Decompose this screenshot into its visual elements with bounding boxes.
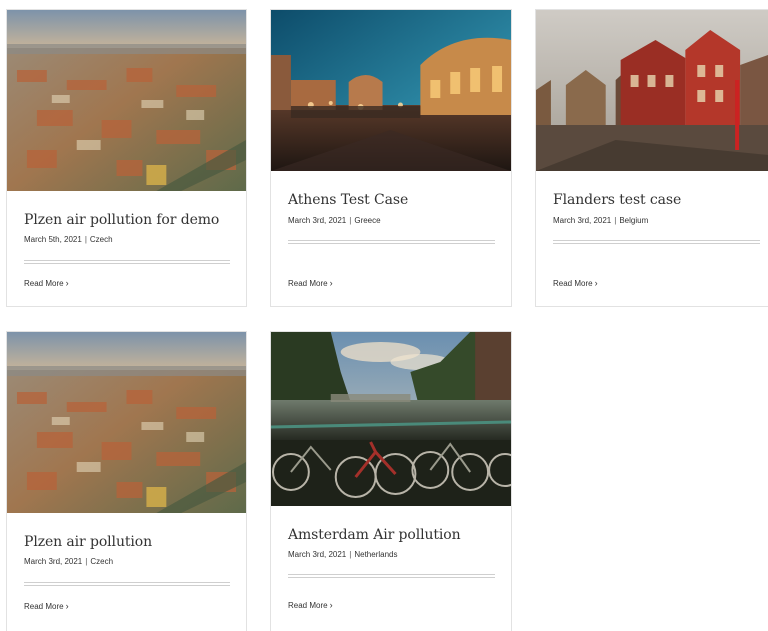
- read-more-link[interactable]: Read More ›: [24, 601, 69, 611]
- post-category-link[interactable]: Czech: [90, 557, 113, 566]
- post-meta: March 5th, 2021 | Czech: [24, 234, 230, 245]
- post-date: March 5th, 2021: [24, 235, 82, 244]
- read-more-link[interactable]: Read More ›: [288, 278, 333, 288]
- post-meta: March 3rd, 2021 | Greece: [288, 215, 495, 226]
- post-meta: March 3rd, 2021 | Czech: [24, 556, 230, 567]
- post-title[interactable]: Plzen air pollution for demo: [24, 211, 230, 229]
- read-more-label: Read More: [24, 602, 64, 611]
- post-divider: [24, 582, 230, 586]
- meta-separator: |: [614, 216, 617, 225]
- plzen-aerial-city-photo: [7, 332, 246, 513]
- post-card: Amsterdam Air pollution March 3rd, 2021 |…: [270, 331, 512, 631]
- chevron-right-icon: ›: [329, 600, 333, 610]
- post-content: Amsterdam Air pollution March 3rd, 2021 |…: [288, 526, 495, 578]
- post-divider: [288, 574, 495, 578]
- meta-separator: |: [84, 235, 87, 244]
- post-divider: [553, 240, 760, 244]
- post-date: March 3rd, 2021: [288, 550, 347, 559]
- post-card: Flanders test case March 3rd, 2021 | Belgi…: [535, 9, 768, 307]
- amsterdam-canal-bikes-photo: [271, 332, 511, 506]
- post-card: Plzen air pollution for demo March 5th, …: [6, 9, 247, 307]
- meta-separator: |: [349, 216, 352, 225]
- post-meta: March 3rd, 2021 | Netherlands: [288, 549, 495, 560]
- post-category-link[interactable]: Belgium: [619, 216, 648, 225]
- read-more-label: Read More: [24, 279, 64, 288]
- post-content: Flanders test case March 3rd, 2021 | Belgi…: [553, 191, 760, 244]
- post-category-link[interactable]: Greece: [354, 216, 380, 225]
- post-date: March 3rd, 2021: [24, 557, 83, 566]
- plzen-aerial-city-photo: [7, 10, 246, 191]
- post-date: March 3rd, 2021: [288, 216, 347, 225]
- read-more-label: Read More: [553, 279, 593, 288]
- post-title[interactable]: Amsterdam Air pollution: [288, 526, 495, 544]
- post-thumbnail-link[interactable]: [271, 332, 511, 506]
- read-more-label: Read More: [288, 601, 328, 610]
- post-category-link[interactable]: Czech: [90, 235, 113, 244]
- post-content: Athens Test Case March 3rd, 2021 | Greece: [288, 191, 495, 244]
- chevron-right-icon: ›: [65, 278, 69, 288]
- read-more-link[interactable]: Read More ›: [24, 278, 69, 288]
- post-content: Plzen air pollution for demo March 5th, …: [24, 211, 230, 264]
- post-date: March 3rd, 2021: [553, 216, 612, 225]
- post-meta: March 3rd, 2021 | Belgium: [553, 215, 760, 226]
- post-thumbnail-link[interactable]: [271, 10, 511, 171]
- read-more-link[interactable]: Read More ›: [288, 600, 333, 610]
- chevron-right-icon: ›: [594, 278, 598, 288]
- post-divider: [288, 240, 495, 244]
- post-title[interactable]: Plzen air pollution: [24, 533, 230, 551]
- post-card: Plzen air pollution March 3rd, 2021 | Czec…: [6, 331, 247, 631]
- post-category-link[interactable]: Netherlands: [354, 550, 397, 559]
- post-divider: [24, 260, 230, 264]
- athens-square-night-photo: [271, 10, 511, 171]
- read-more-label: Read More: [288, 279, 328, 288]
- post-thumbnail-link[interactable]: [536, 10, 768, 171]
- read-more-link[interactable]: Read More ›: [553, 278, 598, 288]
- post-thumbnail-link[interactable]: [7, 332, 246, 513]
- post-title[interactable]: Flanders test case: [553, 191, 760, 209]
- post-thumbnail-link[interactable]: [7, 10, 246, 191]
- meta-separator: |: [349, 550, 352, 559]
- flanders-street-photo: [536, 10, 768, 171]
- post-title[interactable]: Athens Test Case: [288, 191, 495, 209]
- chevron-right-icon: ›: [329, 278, 333, 288]
- post-card: Athens Test Case March 3rd, 2021 | Greece …: [270, 9, 512, 307]
- chevron-right-icon: ›: [65, 601, 69, 611]
- meta-separator: |: [85, 557, 88, 566]
- post-content: Plzen air pollution March 3rd, 2021 | Czec…: [24, 533, 230, 586]
